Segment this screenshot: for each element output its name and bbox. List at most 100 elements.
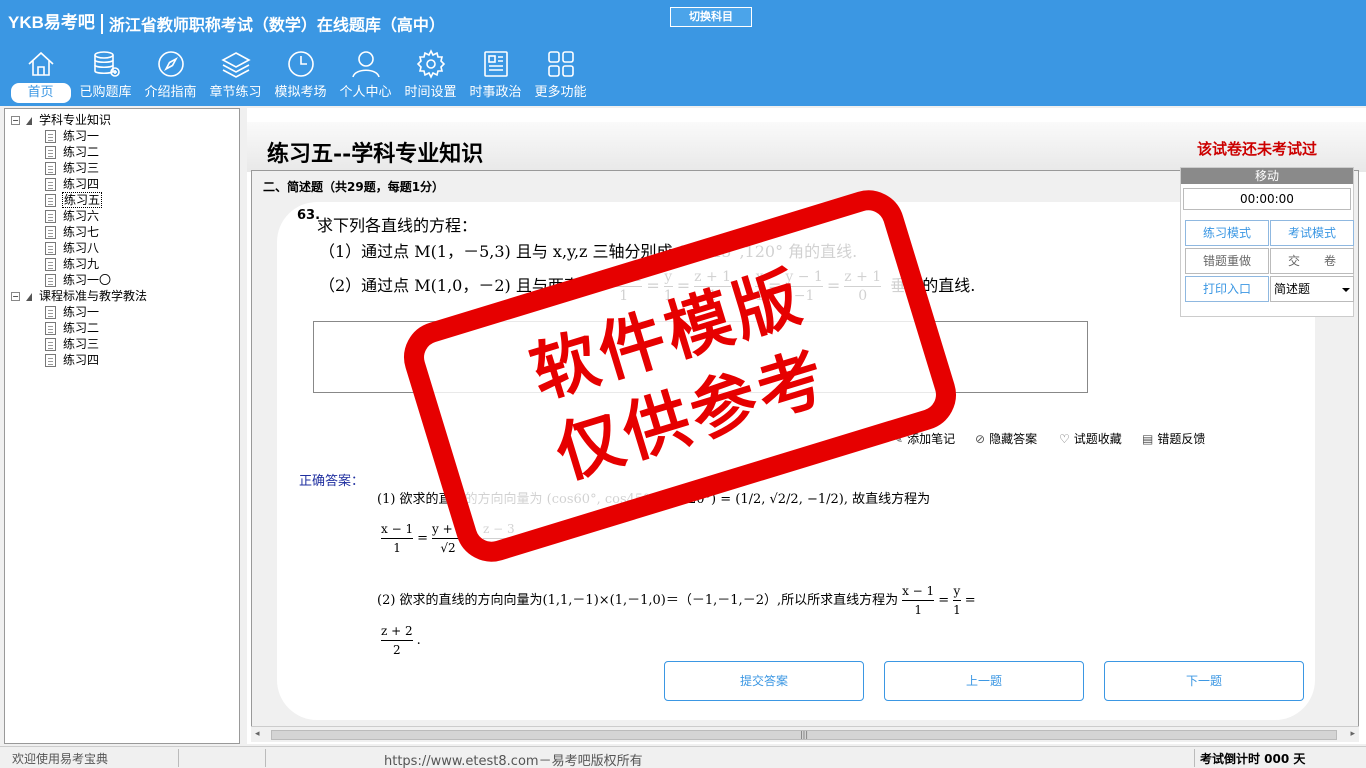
app-header: YKB易考吧 浙江省教师职称考试（数学）在线题库（高中） 切换科目 首页 已购题库… xyxy=(0,0,1366,106)
collapse-icon[interactable]: − xyxy=(11,292,20,301)
document-icon xyxy=(45,306,56,319)
nav-purchased[interactable]: 已购题库 xyxy=(73,48,138,104)
scroll-left-icon[interactable]: ◂ xyxy=(255,729,260,739)
collapse-icon[interactable]: − xyxy=(11,116,20,125)
tree-item[interactable]: 练习八 xyxy=(45,240,100,256)
nav-label: 个人中心 xyxy=(339,85,392,100)
nav-profile[interactable]: 个人中心 xyxy=(333,48,398,104)
nav-more[interactable]: 更多功能 xyxy=(528,48,593,104)
document-icon xyxy=(45,274,56,287)
nav-label: 章节练习 xyxy=(209,85,262,100)
document-icon xyxy=(45,146,56,159)
print-button[interactable]: 打印入口 xyxy=(1185,276,1269,302)
nav-news[interactable]: 时事政治 xyxy=(463,48,528,104)
document-icon xyxy=(45,162,56,175)
nav-guide[interactable]: 介绍指南 xyxy=(138,48,203,104)
question-intro: 求下列各直线的方程： xyxy=(317,216,478,235)
favorite-action[interactable]: ♡ 试题收藏 xyxy=(1059,430,1122,447)
database-icon xyxy=(93,51,120,77)
document-icon xyxy=(45,130,56,143)
feedback-icon: ▤ xyxy=(1142,431,1154,446)
tree-item-selected[interactable]: 练习五 xyxy=(45,192,103,208)
eye-off-icon: ⊘ xyxy=(975,431,986,446)
submit-answer-button[interactable]: 提交答案 xyxy=(664,661,864,701)
nav-label: 首页 xyxy=(10,83,71,103)
layers-icon xyxy=(220,52,251,78)
tree-item[interactable]: 练习一 xyxy=(45,128,100,144)
exam-countdown: 考试倒计时 000 天 xyxy=(1200,752,1306,766)
brand-logo-text: YKB易考吧 xyxy=(8,13,95,32)
folder-icon xyxy=(26,116,32,125)
tree-item[interactable]: 练习一〇 xyxy=(45,272,112,288)
nav-label: 时事政治 xyxy=(469,85,522,100)
tree-item[interactable]: 练习三 xyxy=(45,160,100,176)
exam-control-panel: 移动 00:00:00 练习模式 考试模式 错题重做 交 卷 打印入口 简述题 xyxy=(1180,167,1354,317)
tree-group-subject[interactable]: − 学科专业知识 xyxy=(11,112,112,128)
nav-label: 模拟考场 xyxy=(274,85,327,100)
news-icon xyxy=(483,51,508,77)
hide-answer-action[interactable]: ⊘ 隐藏答案 xyxy=(975,430,1037,447)
tree-item[interactable]: 练习二 xyxy=(45,144,100,160)
document-icon xyxy=(45,178,56,191)
status-divider xyxy=(1194,749,1195,767)
prev-question-button[interactable]: 上一题 xyxy=(884,661,1084,701)
nav-time-settings[interactable]: 时间设置 xyxy=(398,48,463,104)
tree-item[interactable]: 练习四 xyxy=(45,352,100,368)
question-type-select[interactable]: 简述题 xyxy=(1270,276,1354,302)
feedback-action[interactable]: ▤ 错题反馈 xyxy=(1142,430,1205,447)
document-icon xyxy=(45,258,56,271)
fraction: x − 11 xyxy=(902,584,935,617)
tree-item[interactable]: 练习九 xyxy=(45,256,100,272)
tree-item[interactable]: 练习四 xyxy=(45,176,100,192)
folder-icon xyxy=(26,292,32,301)
scroll-right-icon[interactable]: ▸ xyxy=(1350,729,1355,739)
redo-wrong-button[interactable]: 错题重做 xyxy=(1185,248,1269,274)
next-question-button[interactable]: 下一题 xyxy=(1104,661,1304,701)
tree-group-curriculum[interactable]: − 课程标准与教学教法 xyxy=(11,288,148,304)
exercise-tree: − 学科专业知识 练习一 练习二 练习三 练习四 练习五 练习六 练习七 练习八 … xyxy=(4,108,240,744)
solution-line-2: (2) 欲求的直线的方向向量为(1,1,－1)×(1,－1,0)＝（－1,－1,… xyxy=(377,584,976,617)
nav-label: 更多功能 xyxy=(534,85,587,100)
status-bar: 欢迎使用易考宝典 https://www.etest8.com－易考吧版权所有 … xyxy=(0,746,1366,768)
tree-item[interactable]: 练习二 xyxy=(45,320,100,336)
switch-subject-button[interactable]: 切换科目 xyxy=(670,7,752,27)
exam-mode-button[interactable]: 考试模式 xyxy=(1270,220,1354,246)
document-icon xyxy=(45,210,56,223)
panel-drag-handle[interactable]: 移动 xyxy=(1181,168,1353,184)
tree-item[interactable]: 练习三 xyxy=(45,336,100,352)
heart-icon: ♡ xyxy=(1059,431,1070,446)
scrollbar-thumb[interactable]: ||| xyxy=(271,730,1337,740)
document-icon xyxy=(45,226,56,239)
section-header: 二、简述题（共29题，每题1分） xyxy=(263,180,445,194)
main-nav: 首页 已购题库 介绍指南 章节练习 模拟考场 个人中心 时间设置 时事政治 更多… xyxy=(8,48,593,104)
nav-label: 已购题库 xyxy=(79,85,132,100)
practice-mode-button[interactable]: 练习模式 xyxy=(1185,220,1269,246)
status-divider xyxy=(265,749,266,767)
clock-icon xyxy=(287,51,314,77)
nav-chapter[interactable]: 章节练习 xyxy=(203,48,268,104)
document-icon xyxy=(45,242,56,255)
nav-mock-exam[interactable]: 模拟考场 xyxy=(268,48,333,104)
paper-title: 练习五--学科专业知识 xyxy=(267,141,484,167)
exam-status-text: 该试卷还未考试过 xyxy=(1197,140,1318,158)
nav-home[interactable]: 首页 xyxy=(8,48,73,104)
brand-divider xyxy=(100,13,103,34)
tree-item[interactable]: 练习六 xyxy=(45,208,100,224)
dropdown-caret-icon xyxy=(1342,288,1350,292)
app-title: 浙江省教师职称考试（数学）在线题库（高中） xyxy=(108,17,445,35)
copyright-text: https://www.etest8.com－易考吧版权所有 xyxy=(384,754,643,768)
document-edit-icon xyxy=(45,194,56,207)
nav-label: 介绍指南 xyxy=(144,85,197,100)
gear-icon xyxy=(416,49,445,79)
submit-paper-button[interactable]: 交 卷 xyxy=(1270,248,1354,274)
home-icon xyxy=(27,51,54,76)
tree-item[interactable]: 练习一 xyxy=(45,304,100,320)
document-icon xyxy=(45,322,56,335)
nav-label: 时间设置 xyxy=(404,85,457,100)
timer-display: 00:00:00 xyxy=(1183,188,1351,210)
fraction: x − 11 xyxy=(381,522,414,555)
horizontal-scrollbar[interactable]: ◂ ||| ▸ xyxy=(251,726,1359,742)
grid-icon xyxy=(547,51,574,77)
correct-answer-label: 正确答案： xyxy=(299,474,365,489)
tree-item[interactable]: 练习七 xyxy=(45,224,100,240)
